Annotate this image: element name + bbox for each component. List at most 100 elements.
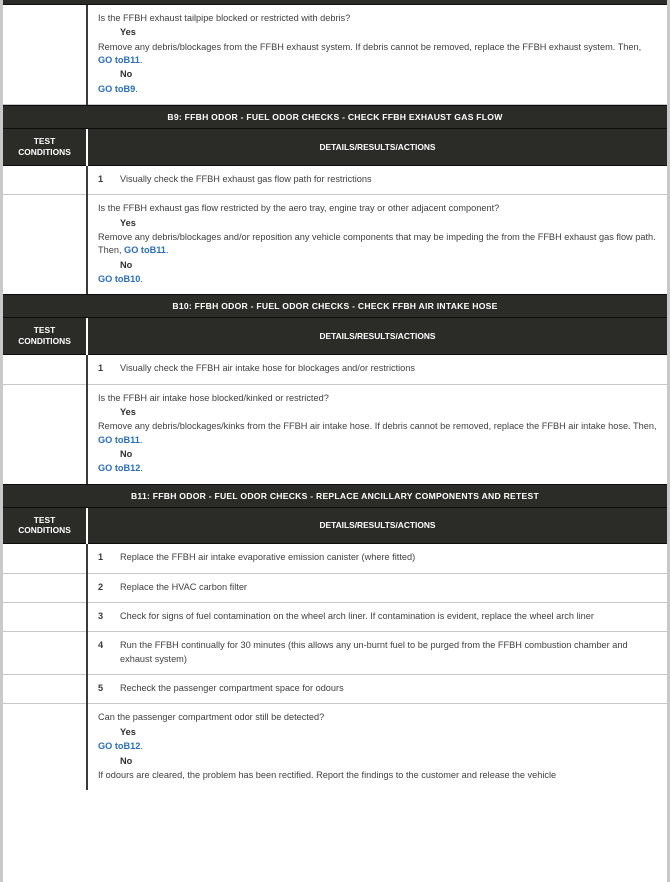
yes-action-prefix: Remove any debris/blockages and/or repos…	[98, 231, 656, 256]
step-number: 5	[98, 683, 104, 694]
table-row: 5 Recheck the passenger compartment spac…	[3, 674, 667, 705]
yes-label: Yes	[120, 217, 136, 228]
column-header-row: TEST CONDITIONS DETAILS/RESULTS/ACTIONS	[3, 507, 667, 545]
yes-action-text: GO toB12.	[98, 740, 657, 753]
header-details: DETAILS/RESULTS/ACTIONS	[87, 507, 667, 545]
test-conditions-cell	[3, 194, 88, 295]
outcome-cell: Is the FFBH exhaust gas flow restricted …	[87, 194, 667, 295]
goto-link[interactable]: GO toB10	[98, 274, 140, 284]
yes-action-text: Remove any debris/blockages/kinks from t…	[98, 420, 657, 447]
no-action-text: GO toB12.	[98, 462, 657, 475]
yes-action-text: Remove any debris/blockages from the FFB…	[98, 41, 657, 68]
column-header-row: TEST CONDITIONS DETAILS/RESULTS/ACTIONS	[3, 318, 667, 356]
test-conditions-cell	[3, 674, 88, 705]
outcome-cell: Is the FFBH air intake hose blocked/kink…	[87, 384, 667, 484]
no-action-suffix: .	[140, 273, 143, 284]
table-row: 1 Visually check the FFBH exhaust gas fl…	[3, 165, 667, 196]
step-number: 1	[98, 363, 104, 374]
header-line-1: TEST	[33, 514, 56, 525]
step-item: 4 Run the FFBH continually for 30 minute…	[98, 639, 657, 666]
outcome-question: Is the FFBH air intake hose blocked/kink…	[98, 392, 329, 403]
step-item: 3 Check for signs of fuel contamination …	[98, 610, 657, 623]
no-action-text: GO toB9.	[98, 83, 657, 96]
step-number: 3	[98, 611, 104, 622]
test-conditions-cell	[3, 543, 88, 574]
header-line-2: CONDITIONS	[18, 525, 71, 536]
section-band-b9: B9: FFBH ODOR - FUEL ODOR CHECKS - CHECK…	[3, 105, 667, 130]
section-table-b9: TEST CONDITIONS DETAILS/RESULTS/ACTIONS …	[3, 129, 667, 295]
yes-label: Yes	[120, 27, 136, 38]
step-item: 1 Visually check the FFBH exhaust gas fl…	[98, 173, 657, 186]
section-table-b11: TEST CONDITIONS DETAILS/RESULTS/ACTIONS …	[3, 507, 667, 791]
table-row: Is the FFBH air intake hose blocked/kink…	[3, 384, 667, 484]
goto-link[interactable]: GO toB11	[98, 55, 140, 65]
step-cell: 4 Run the FFBH continually for 30 minute…	[87, 631, 667, 676]
no-label: No	[120, 259, 133, 270]
step-item: 5 Recheck the passenger compartment spac…	[98, 682, 657, 695]
goto-link[interactable]: GO toB12	[98, 741, 140, 751]
outcome-cell: Is the FFBH exhaust tailpipe blocked or …	[87, 5, 667, 106]
header-line-1: TEST	[33, 136, 56, 147]
outcome-question: Can the passenger compartment odor still…	[98, 712, 325, 723]
step-text: Replace the FFBH air intake evaporative …	[120, 552, 416, 563]
step-number: 1	[98, 173, 104, 184]
step-item: 1 Replace the FFBH air intake evaporativ…	[98, 551, 657, 564]
table-row: Can the passenger compartment odor still…	[3, 703, 667, 791]
step-cell: 3 Check for signs of fuel contamination …	[87, 602, 667, 633]
header-test-conditions: TEST CONDITIONS	[3, 318, 88, 356]
no-label: No	[120, 755, 133, 766]
test-conditions-cell	[3, 384, 88, 484]
step-number: 1	[98, 552, 104, 563]
test-conditions-cell	[3, 354, 88, 385]
step-text: Check for signs of fuel contamination on…	[120, 611, 594, 622]
table-row: 3 Check for signs of fuel contamination …	[3, 602, 667, 633]
test-conditions-cell	[3, 5, 88, 106]
diagnostic-document-page: Is the FFBH exhaust tailpipe blocked or …	[0, 0, 670, 882]
header-line-1: TEST	[33, 325, 56, 336]
header-line-2: CONDITIONS	[18, 146, 71, 157]
table-row: 1 Visually check the FFBH air intake hos…	[3, 354, 667, 385]
test-conditions-cell	[3, 602, 88, 633]
yes-action-text: Remove any debris/blockages and/or repos…	[98, 231, 657, 258]
step-cell: 5 Recheck the passenger compartment spac…	[87, 674, 667, 705]
step-text: Run the FFBH continually for 30 minutes …	[120, 640, 628, 664]
header-line-2: CONDITIONS	[18, 336, 71, 347]
step-cell: 2 Replace the HVAC carbon filter	[87, 573, 667, 604]
yes-action-prefix: Remove any debris/blockages/kinks from t…	[98, 421, 657, 432]
table-row: Is the FFBH exhaust gas flow restricted …	[3, 194, 667, 295]
goto-link[interactable]: GO toB11	[98, 435, 140, 445]
header-details: DETAILS/RESULTS/ACTIONS	[87, 129, 667, 166]
test-conditions-cell	[3, 573, 88, 604]
yes-action-prefix: Remove any debris/blockages from the FFB…	[98, 41, 642, 52]
header-test-conditions: TEST CONDITIONS	[3, 507, 88, 545]
step-item: 1 Visually check the FFBH air intake hos…	[98, 362, 657, 375]
column-header-row: TEST CONDITIONS DETAILS/RESULTS/ACTIONS	[3, 129, 667, 166]
step-number: 2	[98, 581, 104, 592]
yes-label: Yes	[120, 406, 136, 417]
test-conditions-cell	[3, 703, 88, 791]
test-conditions-cell	[3, 631, 88, 676]
table-row: 2 Replace the HVAC carbon filter	[3, 573, 667, 604]
step-number: 4	[98, 640, 104, 651]
goto-link[interactable]: GO toB12	[98, 463, 140, 473]
yes-action-suffix: .	[140, 741, 143, 752]
no-action-text: GO toB10.	[98, 273, 657, 286]
step-text: Visually check the FFBH air intake hose …	[120, 363, 415, 374]
goto-link[interactable]: GO toB11	[124, 245, 166, 255]
goto-link[interactable]: GO toB9	[98, 84, 135, 94]
step-cell: 1 Visually check the FFBH air intake hos…	[87, 354, 667, 385]
section-table-b10: TEST CONDITIONS DETAILS/RESULTS/ACTIONS …	[3, 318, 667, 484]
header-details: DETAILS/RESULTS/ACTIONS	[87, 318, 667, 356]
table-row: 4 Run the FFBH continually for 30 minute…	[3, 631, 667, 676]
step-cell: 1 Visually check the FFBH exhaust gas fl…	[87, 165, 667, 196]
no-label: No	[120, 69, 133, 80]
no-label: No	[120, 448, 133, 459]
no-action-text: If odours are cleared, the problem has b…	[98, 769, 557, 780]
yes-action-suffix: .	[139, 434, 143, 445]
section-band-b11: B11: FFBH ODOR - FUEL ODOR CHECKS - REPL…	[3, 483, 667, 508]
table-row: 1 Replace the FFBH air intake evaporativ…	[3, 543, 667, 574]
step-text: Replace the HVAC carbon filter	[120, 581, 247, 592]
yes-label: Yes	[120, 726, 136, 737]
test-conditions-cell	[3, 165, 88, 196]
header-test-conditions: TEST CONDITIONS	[3, 129, 88, 166]
